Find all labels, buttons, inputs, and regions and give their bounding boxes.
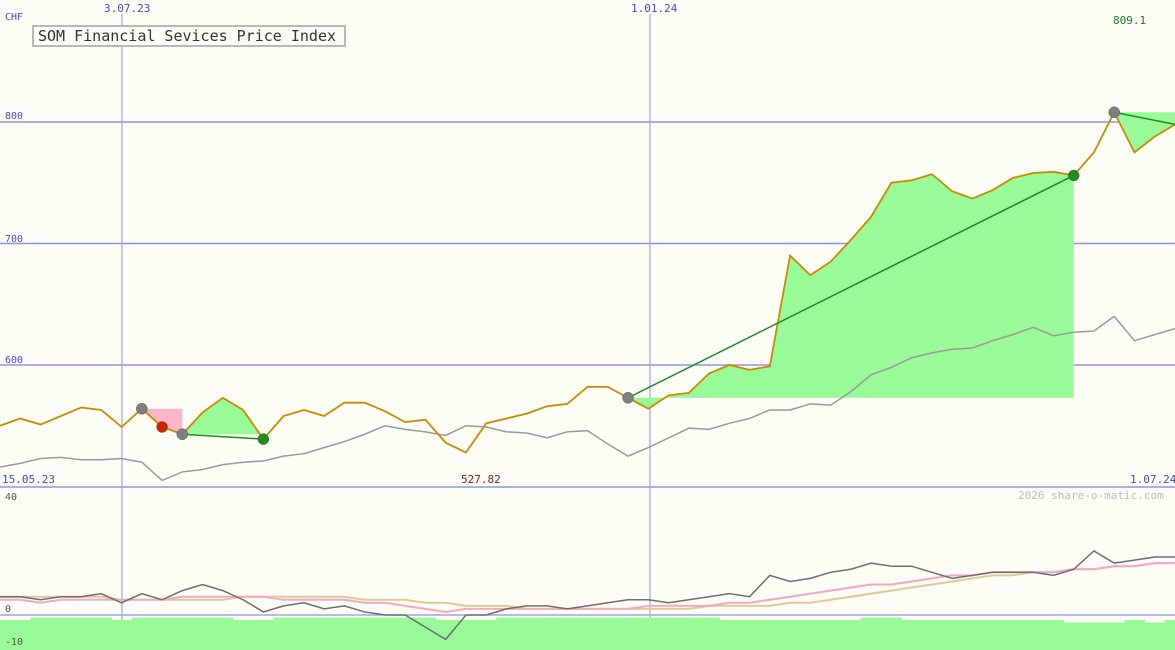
osc-bar-53 [1063,622,1085,650]
osc-bar-17 [334,617,356,650]
signal-marker-6 [1108,106,1120,119]
osc-bar-32 [638,617,659,650]
osc-bar-55 [1104,622,1125,650]
osc-bar-20 [395,617,416,650]
osc-bar-34 [678,617,700,650]
osc-bar-5 [91,617,112,650]
osc-bar-30 [597,617,619,650]
osc-bar-8 [151,617,173,650]
osc-bar-10 [192,617,214,650]
osc-bar-4 [70,617,92,650]
osc-bar-39 [779,620,801,650]
osc-bar-51 [1023,620,1044,650]
y-tick-label-700: 700 [5,234,24,245]
osc-bar-54 [1083,622,1105,650]
osc-tan-line [0,562,1175,610]
x-start-label: 15.05.23 [2,473,55,486]
osc-bar-27 [536,617,558,650]
osc-bar-28 [557,617,578,650]
osc-bar-58 [1164,620,1175,650]
osc-bar-45 [901,620,923,650]
shaded-region-1 [182,397,264,440]
osc-pink-line [0,562,1175,613]
osc-bar-46 [921,620,943,650]
osc-bar-16 [314,617,335,650]
oscillator-panel [0,550,1175,650]
osc-bar-49 [982,620,1004,650]
price-chart [0,14,1175,650]
osc-bar-19 [374,617,396,650]
shaded-region-3 [628,171,1074,409]
signal-marker-3 [257,433,270,445]
osc-bar-41 [820,620,842,650]
x-end-label: 1.07.24 [1130,473,1175,486]
osc-bar-2 [30,617,52,650]
x-label-top-1: 3.07.23 [104,2,151,15]
osc-bar-3 [50,617,72,650]
osc-bar-52 [1043,620,1065,650]
currency-label: CHF [5,12,24,23]
y-tick-label-800: 800 [5,111,24,122]
osc-bar-31 [617,617,639,650]
osc-bar-43 [860,617,882,650]
osc-bar-50 [1002,620,1024,650]
osc-bar-25 [496,617,518,650]
osc-bar-6 [111,620,133,650]
osc-bar-48 [962,620,984,650]
osc-bar-57 [1144,622,1166,650]
signal-marker-4 [622,392,634,404]
osc-bar-13 [253,620,274,650]
osc-bar-26 [516,617,538,650]
osc-bar-24 [476,620,497,650]
signal-marker-2 [176,428,189,441]
osc-bar-7 [131,617,153,650]
low-value-label: 527.82 [461,473,501,486]
trend-line-0 [182,433,264,440]
signal-marker-5 [1067,169,1080,182]
y-tick-label-600: 600 [5,355,24,366]
osc-bar-37 [739,620,761,650]
chart-title: SOM Financial Sevices Price Index [32,25,346,47]
osc-bar-44 [881,617,903,650]
shaded-regions [141,112,1175,440]
x-label-top-2: 1.01.24 [631,2,678,15]
osc-bar-40 [800,620,821,650]
osc-bar-29 [577,617,599,650]
osc-bar-47 [942,620,963,650]
osc-tick-label-40: 40 [5,492,18,503]
osc-bar-33 [658,617,680,650]
osc-bar-36 [719,620,740,650]
osc-bar-56 [1124,620,1146,650]
osc-bar-15 [293,617,315,650]
osc-bar-11 [212,617,234,650]
osc-bar-12 [232,620,254,650]
osc-bar-42 [840,620,862,650]
high-value-label: 809.1 [1113,14,1147,27]
osc-bar-9 [172,617,193,650]
watermark: 2026 share-o-matic.com [1018,489,1164,502]
osc-bar-35 [698,617,720,650]
osc-bar-18 [354,617,376,650]
signal-marker-1 [156,421,168,433]
osc-tick-label-0: 0 [5,604,12,615]
osc-bar-38 [759,620,781,650]
osc-tick-label-minus10: -10 [5,637,24,648]
signal-marker-0 [136,402,148,415]
osc-bar-14 [273,617,295,650]
